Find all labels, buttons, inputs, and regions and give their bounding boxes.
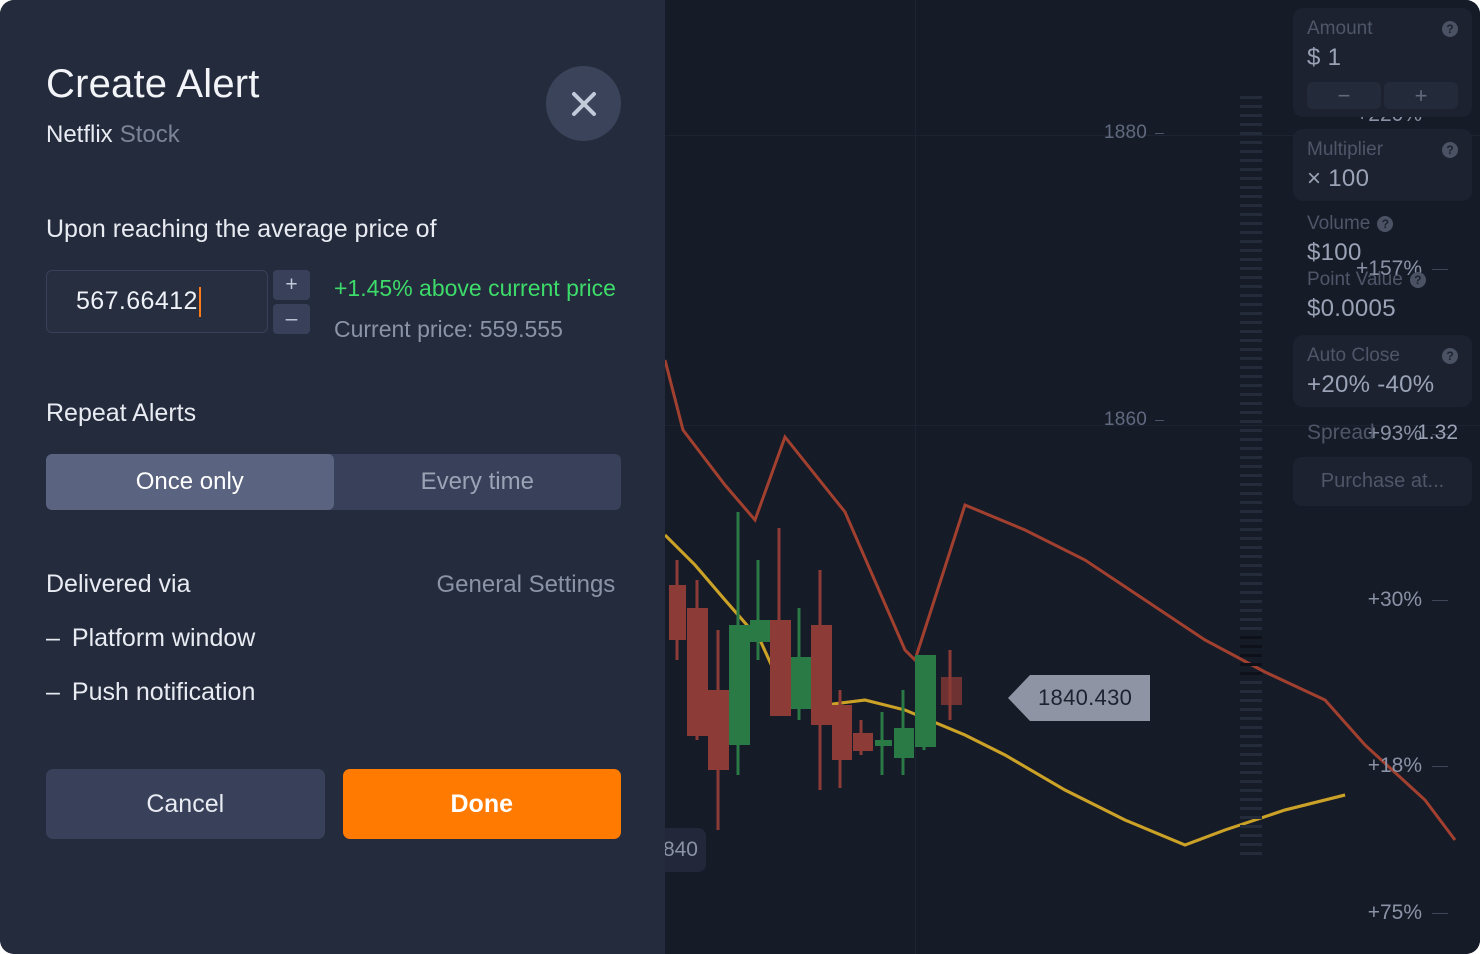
repeat-alerts-section: Repeat Alerts Once only Every time bbox=[46, 399, 621, 510]
cancel-button[interactable]: Cancel bbox=[46, 769, 325, 839]
amount-stepper: − + bbox=[1307, 82, 1458, 109]
multiplier-card[interactable]: Multiplier ? × 100 bbox=[1293, 129, 1472, 201]
price-axis-tick: 1860 bbox=[1103, 409, 1147, 430]
price-input[interactable]: 567.66412 bbox=[46, 270, 268, 333]
auto-close-label: Auto Close bbox=[1307, 345, 1400, 366]
multiplier-value: × 100 bbox=[1307, 165, 1370, 192]
repeat-option-every-time[interactable]: Every time bbox=[334, 454, 622, 510]
amount-card[interactable]: Amount ? $ 1 − + bbox=[1293, 8, 1472, 117]
spread-label: Spread bbox=[1307, 421, 1375, 444]
close-button[interactable] bbox=[546, 66, 621, 141]
bullet-dash-icon: – bbox=[46, 678, 60, 706]
price-section-label: Upon reaching the average price of bbox=[46, 215, 437, 243]
delivery-method-label: Platform window bbox=[71, 624, 256, 652]
above-current-price: +1.45% above current price bbox=[334, 275, 616, 301]
instrument-name: Netflix bbox=[46, 121, 113, 148]
auto-close-label-row: Auto Close ? bbox=[1307, 345, 1458, 367]
price-decrement-button[interactable]: – bbox=[273, 304, 310, 334]
price-axis-tick-mark bbox=[1155, 420, 1164, 421]
price-axis-tick: 1880 bbox=[1103, 122, 1147, 143]
repeat-alerts-label: Repeat Alerts bbox=[46, 399, 197, 427]
price-input-value: 567.66412 bbox=[76, 287, 198, 315]
repeat-option-once-only[interactable]: Once only bbox=[46, 454, 334, 510]
help-icon[interactable]: ? bbox=[1442, 142, 1458, 158]
spread-value: 1.32 bbox=[1417, 421, 1458, 444]
multiplier-label: Multiplier bbox=[1307, 139, 1384, 160]
trade-panel: Amount ? $ 1 − + Multiplier ? × 100 Volu… bbox=[1285, 0, 1480, 514]
volume-label-row: Volume ? bbox=[1307, 213, 1458, 235]
point-value-value: $0.0005 bbox=[1307, 295, 1396, 322]
purchase-button[interactable]: Purchase at... bbox=[1293, 457, 1472, 506]
price-stepper: + – bbox=[273, 270, 310, 334]
multiplier-label-row: Multiplier ? bbox=[1307, 139, 1458, 161]
point-value-block: Point Value ? $0.0005 bbox=[1293, 269, 1472, 323]
delivery-method-label: Push notification bbox=[71, 678, 256, 706]
point-value-label: Point Value bbox=[1307, 269, 1403, 290]
delivered-via-section: Delivered via General Settings – Platform… bbox=[46, 570, 621, 707]
help-icon[interactable]: ? bbox=[1377, 216, 1394, 232]
help-icon[interactable]: ? bbox=[1409, 272, 1426, 288]
profit-tick: +18% bbox=[1367, 754, 1422, 777]
delivery-method-item: – Push notification bbox=[46, 678, 621, 707]
amount-value: $ 1 bbox=[1307, 44, 1342, 71]
spread-row: Spread 1.32 bbox=[1293, 421, 1472, 445]
profit-tick: +75% bbox=[1367, 901, 1422, 924]
help-icon[interactable]: ? bbox=[1442, 348, 1458, 364]
amount-decrement-button[interactable]: − bbox=[1307, 82, 1381, 109]
auto-close-value: +20% -40% bbox=[1307, 371, 1435, 398]
bullet-dash-icon: – bbox=[46, 624, 60, 652]
amount-label: Amount bbox=[1307, 18, 1373, 39]
profit-tick-mark bbox=[1432, 600, 1448, 601]
done-button[interactable]: Done bbox=[342, 769, 621, 839]
current-price-flag: 1840.430 bbox=[1008, 675, 1151, 721]
instrument-kind: Stock bbox=[119, 121, 180, 148]
profit-tick: +30% bbox=[1367, 588, 1422, 611]
delivery-method-item: – Platform window bbox=[46, 624, 621, 653]
price-meta: +1.45% above current price Current price… bbox=[334, 270, 616, 343]
repeat-alerts-toggle: Once only Every time bbox=[46, 454, 621, 510]
text-cursor bbox=[198, 286, 201, 317]
price-input-row: 567.66412 + – +1.45% above current price… bbox=[46, 270, 621, 343]
price-increment-button[interactable]: + bbox=[273, 270, 310, 300]
amount-increment-button[interactable]: + bbox=[1384, 82, 1458, 109]
profit-tick-mark bbox=[1432, 913, 1448, 914]
create-alert-dialog: Create Alert Netflix Stock Upon reaching … bbox=[0, 0, 665, 954]
point-value-label-row: Point Value ? bbox=[1307, 269, 1458, 291]
current-price-text: Current price: 559.555 bbox=[334, 316, 563, 342]
general-settings-link[interactable]: General Settings bbox=[437, 571, 616, 599]
auto-close-card[interactable]: Auto Close ? +20% -40% bbox=[1293, 335, 1472, 407]
dialog-title: Create Alert bbox=[46, 62, 260, 106]
instrument-subtitle: Netflix Stock bbox=[46, 121, 621, 149]
volume-block: Volume ? $100 bbox=[1293, 213, 1472, 267]
profit-tick-mark bbox=[1432, 766, 1448, 767]
dialog-actions: Cancel Done bbox=[46, 769, 621, 839]
app-root: 840 1840.430 1880 1860 ?Potential Profit… bbox=[0, 0, 1480, 954]
close-icon bbox=[571, 91, 596, 116]
delivered-via-label: Delivered via bbox=[46, 570, 191, 598]
price-axis-tick-mark bbox=[1155, 133, 1164, 134]
amount-label-row: Amount ? bbox=[1307, 18, 1458, 40]
volume-label: Volume bbox=[1307, 213, 1371, 234]
help-icon[interactable]: ? bbox=[1442, 21, 1458, 37]
volume-value: $100 bbox=[1307, 239, 1362, 266]
profit-ladder bbox=[1240, 96, 1262, 861]
delivered-via-header: Delivered via General Settings bbox=[46, 570, 621, 599]
